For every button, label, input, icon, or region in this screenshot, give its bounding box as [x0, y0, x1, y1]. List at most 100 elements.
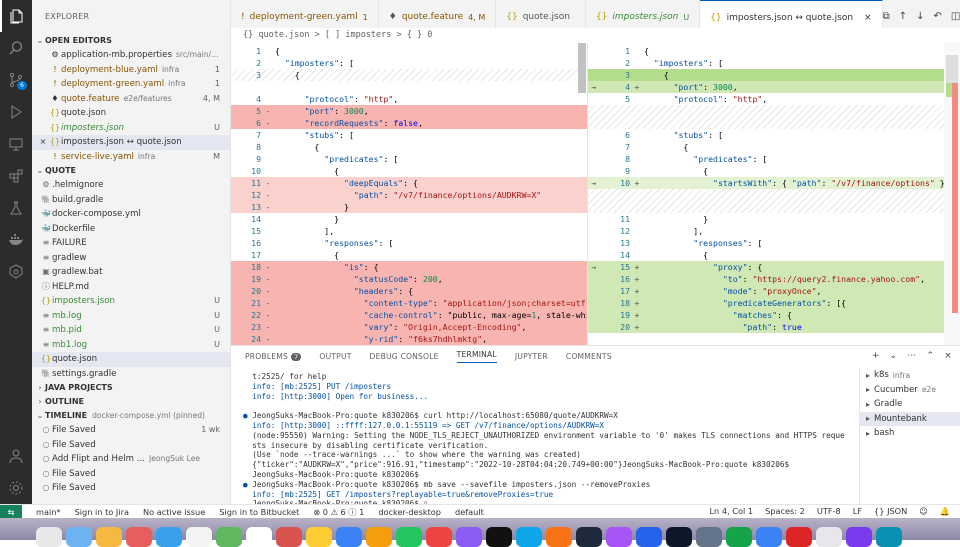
branch-status[interactable]: main*	[36, 507, 61, 517]
file-tree-item[interactable]: ≡ mb.pid U	[32, 323, 230, 338]
dock-app-icon[interactable]	[756, 527, 782, 547]
code-line[interactable]: 11 }	[588, 213, 945, 225]
revert-change-arrow-icon[interactable]: →	[588, 177, 600, 189]
code-line[interactable]: → 10 + "startsWith": { "path": "/v7/financ…	[588, 177, 945, 189]
code-line[interactable]: 9 {	[588, 165, 945, 177]
dock-app-icon[interactable]	[246, 527, 272, 547]
terminal-output[interactable]: t:2525/ for help info: [mb:2525] PUT /im…	[243, 372, 855, 506]
timeline-item[interactable]: ○ File Saved	[32, 438, 230, 453]
close-icon[interactable]: ×	[37, 135, 49, 150]
remote-explorer-icon[interactable]	[0, 128, 32, 160]
more-actions-icon[interactable]: ⋯	[907, 351, 916, 361]
jira-status[interactable]: Sign in to Jira	[75, 507, 129, 517]
panel-tab-problems[interactable]: PROBLEMS 7	[245, 352, 302, 361]
code-line[interactable]: 6 "stubs": [	[588, 129, 945, 141]
breadcrumb[interactable]: {} quote.json > [ ] imposters > { } 0	[231, 28, 960, 43]
revert-icon[interactable]: ↶	[934, 11, 942, 22]
command-decoration-icon[interactable]: ●	[243, 480, 252, 489]
remote-indicator[interactable]: ⇆	[0, 504, 22, 519]
revert-change-arrow-icon[interactable]: →	[588, 81, 600, 93]
file-tree-item[interactable]: 🐘 settings.gradle	[32, 367, 230, 382]
code-line[interactable]: 4 "protocol": "http",	[231, 93, 587, 105]
kubernetes-icon[interactable]	[0, 256, 32, 288]
open-editor-item[interactable]: ⚙application-mb.propertiessrc/main/re...	[32, 48, 230, 63]
panel-tab-debug-console[interactable]: DEBUG CONSOLE	[370, 352, 439, 361]
terminal-instance[interactable]: ▸ Cucumber e2e	[860, 383, 960, 398]
timeline-item[interactable]: ○ File Saved 1 wk	[32, 423, 230, 438]
code-line[interactable]: 9 "predicates": [	[231, 153, 587, 165]
section-quote[interactable]: ⌄ QUOTE	[32, 164, 230, 178]
dock-app-icon[interactable]	[186, 527, 212, 547]
bitbucket-status[interactable]: Sign in to Bitbucket	[219, 507, 299, 517]
open-editor-item[interactable]: {} imposters.json U	[32, 121, 230, 136]
file-tree-item[interactable]: ≡ mb1.log U	[32, 338, 230, 353]
code-line[interactable]: 16 "responses": [	[231, 237, 587, 249]
open-editor-item[interactable]: ! deployment-blue.yaml infra 1	[32, 63, 230, 78]
previous-change-icon[interactable]: ↑	[899, 11, 907, 22]
dock-app-icon[interactable]	[606, 527, 632, 547]
file-tree-item[interactable]: ≡ FAILURE	[32, 236, 230, 251]
diff-modified-pane[interactable]: 1{2 "imposters": [3 {→ 4 + "port": 3000, 5 …	[587, 43, 945, 345]
dock-app-icon[interactable]	[846, 527, 872, 547]
files-icon[interactable]	[0, 0, 32, 32]
code-line[interactable]: 1{	[588, 45, 945, 57]
code-line[interactable]: → 4 + "port": 3000,	[588, 81, 945, 93]
file-tree-item[interactable]: 🐳 docker-compose.yml	[32, 207, 230, 222]
issue-status[interactable]: No active issue	[143, 507, 205, 517]
extensions-icon[interactable]	[0, 160, 32, 192]
dock-app-icon[interactable]	[426, 527, 452, 547]
revert-change-arrow-icon[interactable]: →	[588, 261, 600, 273]
code-line[interactable]: 8 "predicates": [	[588, 153, 945, 165]
timeline-item[interactable]: ○ Add Flipt and Helm ... JeongSuk Lee	[32, 452, 230, 467]
code-line[interactable]: 14 {	[588, 249, 945, 261]
open-editor-item[interactable]: ×{} imposters.json ↔ quote.json	[32, 135, 230, 150]
code-line[interactable]: 18- "is": {	[231, 261, 587, 273]
open-file-icon[interactable]: ⧉	[883, 11, 890, 22]
section-java-projects[interactable]: › JAVA PROJECTS	[32, 381, 230, 395]
dock-app-icon[interactable]	[306, 527, 332, 547]
file-tree-item[interactable]: ≡ gradlew	[32, 251, 230, 266]
code-line[interactable]: 12- "path": "/v7/finance/options/AUDKRW=…	[231, 189, 587, 201]
open-editor-item[interactable]: ! deployment-green.yaml infra 1	[32, 77, 230, 92]
code-line[interactable]: 15 ],	[231, 225, 587, 237]
code-line[interactable]: 22- "cache-control": "public, max-age=1,…	[231, 309, 587, 321]
dock-app-icon[interactable]	[576, 527, 602, 547]
code-line[interactable]: 20 + "path": true	[588, 321, 945, 333]
file-tree-item[interactable]: ≡ mb.log U	[32, 309, 230, 324]
terminal-instance[interactable]: ▸ bash	[860, 426, 960, 441]
code-line[interactable]: 19 + "matches": {	[588, 309, 945, 321]
code-line[interactable]: 7 "stubs": [	[231, 129, 587, 141]
eol-status[interactable]: LF	[853, 506, 862, 517]
file-tree-item[interactable]: ⚙ .helmignore	[32, 178, 230, 193]
code-line[interactable]: 2 "imposters": [	[588, 57, 945, 69]
code-line[interactable]: 13- }	[231, 201, 587, 213]
code-line[interactable]: 7 {	[588, 141, 945, 153]
dock-app-icon[interactable]	[516, 527, 542, 547]
code-line[interactable]: → 15 + "proxy": {	[588, 261, 945, 273]
next-change-icon[interactable]: ↓	[916, 11, 924, 22]
code-line[interactable]: 2 "imposters": [	[231, 57, 587, 69]
maximize-panel-icon[interactable]: ⌃	[927, 351, 935, 361]
dock-app-icon[interactable]	[276, 527, 302, 547]
dock-app-icon[interactable]	[786, 527, 812, 547]
open-editor-item[interactable]: {} quote.json	[32, 106, 230, 121]
cursor-position[interactable]: Ln 4, Col 1	[710, 506, 754, 517]
section-open-editors[interactable]: ⌄ OPEN EDITORS	[32, 34, 230, 48]
close-icon[interactable]: ×	[864, 13, 872, 23]
run-debug-icon[interactable]	[0, 96, 32, 128]
diff-editor[interactable]: 1{2 "imposters": [3 {4 "protocol": "http…	[231, 43, 960, 345]
dock-app-icon[interactable]	[336, 527, 362, 547]
terminal-instance[interactable]: ▸ Gradle	[860, 397, 960, 412]
code-line[interactable]: 10 {	[231, 165, 587, 177]
code-line[interactable]: 12 ],	[588, 225, 945, 237]
dock-app-icon[interactable]	[696, 527, 722, 547]
dock-app-icon[interactable]	[396, 527, 422, 547]
panel-tab-output[interactable]: OUTPUT	[319, 352, 351, 361]
diff-original-pane[interactable]: 1{2 "imposters": [3 {4 "protocol": "http…	[231, 43, 587, 345]
dock-app-icon[interactable]	[486, 527, 512, 547]
diff-overview-ruler[interactable]	[944, 43, 960, 345]
code-line[interactable]: 21- "content-type": "application/json;ch…	[231, 297, 587, 309]
search-icon[interactable]	[0, 32, 32, 64]
code-line[interactable]: 16 + "to": "https://query2.finance.yahoo.…	[588, 273, 945, 285]
open-editor-item[interactable]: ! service-live.yaml infra M	[32, 150, 230, 165]
